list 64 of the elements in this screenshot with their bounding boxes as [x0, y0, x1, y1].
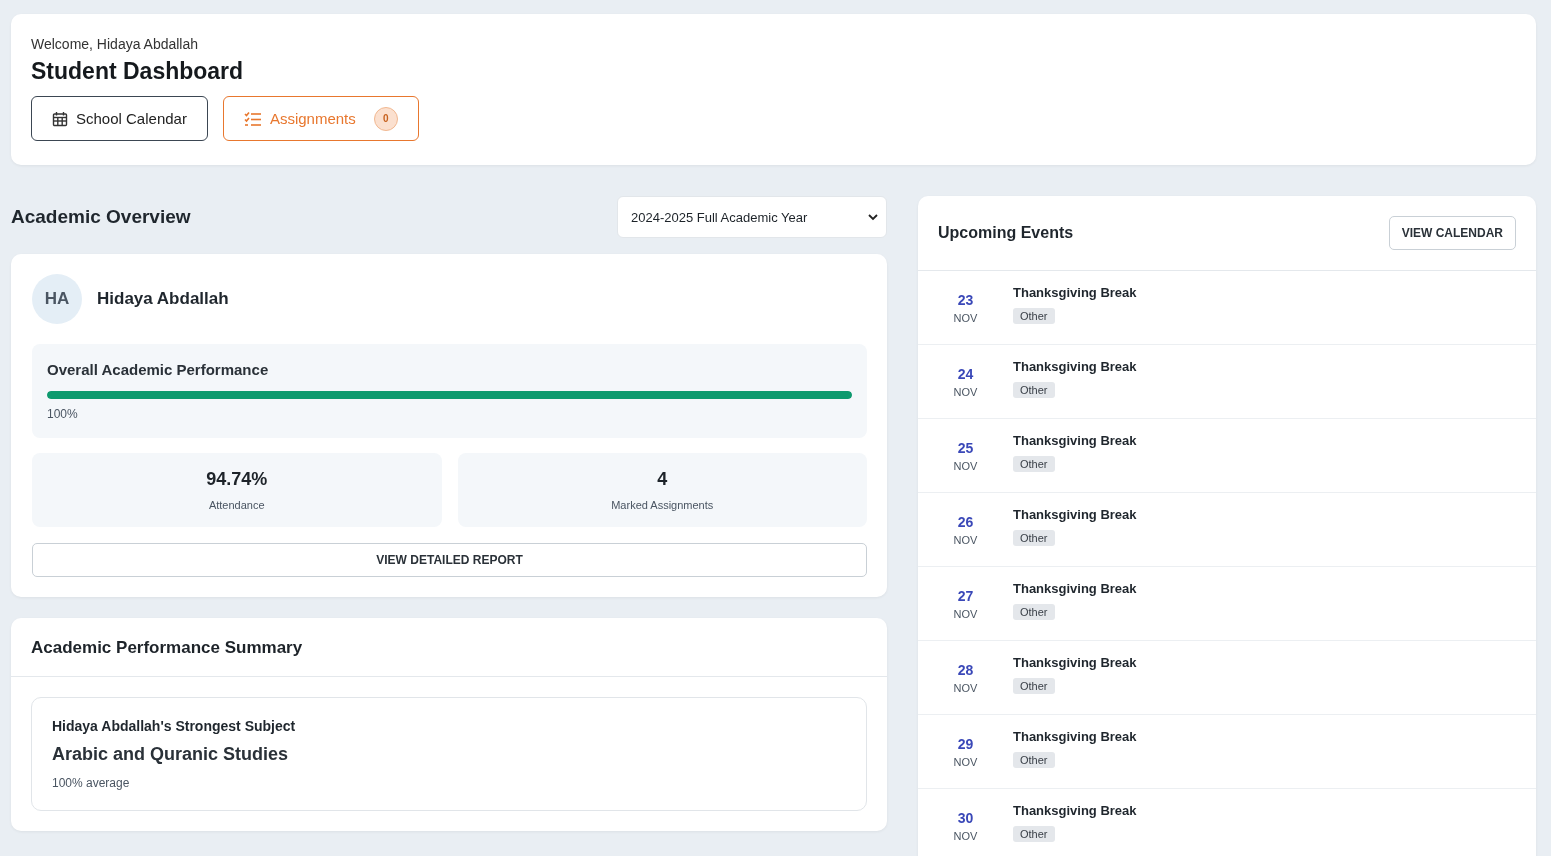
event-name: Thanksgiving Break	[1013, 655, 1137, 670]
event-row[interactable]: 26 NOV Thanksgiving Break Other	[918, 493, 1536, 567]
event-name: Thanksgiving Break	[1013, 433, 1137, 448]
chevron-down-icon	[868, 213, 878, 221]
event-tag: Other	[1013, 456, 1055, 472]
calendar-icon	[52, 110, 68, 127]
event-tag: Other	[1013, 678, 1055, 694]
event-tag: Other	[1013, 530, 1055, 546]
event-day: 28	[957, 662, 974, 678]
event-tag: Other	[1013, 382, 1055, 398]
event-month: NOV	[953, 608, 978, 620]
view-report-button[interactable]: VIEW DETAILED REPORT	[32, 543, 867, 577]
event-name: Thanksgiving Break	[1013, 285, 1137, 300]
event-month: NOV	[953, 830, 978, 842]
event-month: NOV	[953, 460, 978, 472]
event-month: NOV	[953, 682, 978, 694]
event-day: 27	[957, 588, 974, 604]
event-name: Thanksgiving Break	[1013, 729, 1137, 744]
student-name: Hidaya Abdallah	[97, 289, 229, 309]
event-row[interactable]: 27 NOV Thanksgiving Break Other	[918, 567, 1536, 641]
section-title: Academic Overview	[11, 206, 191, 228]
event-row[interactable]: 24 NOV Thanksgiving Break Other	[918, 345, 1536, 419]
event-row[interactable]: 25 NOV Thanksgiving Break Other	[918, 419, 1536, 493]
event-day: 29	[957, 736, 974, 752]
event-day: 25	[957, 440, 974, 456]
event-row[interactable]: 29 NOV Thanksgiving Break Other	[918, 715, 1536, 789]
event-day: 30	[957, 810, 974, 826]
event-month: NOV	[953, 534, 978, 546]
event-name: Thanksgiving Break	[1013, 581, 1137, 596]
card-title: Academic Performance Summary	[11, 618, 887, 677]
event-month: NOV	[953, 756, 978, 768]
event-tag: Other	[1013, 308, 1055, 324]
event-day: 23	[957, 292, 974, 308]
checklist-icon	[243, 110, 262, 127]
event-row[interactable]: 28 NOV Thanksgiving Break Other	[918, 641, 1536, 715]
stat-value: 94.74%	[206, 469, 268, 490]
subject-name: Arabic and Quranic Studies	[52, 744, 290, 765]
welcome-text: Welcome, Hidaya Abdallah	[31, 36, 200, 52]
event-tag: Other	[1013, 604, 1055, 620]
event-month: NOV	[953, 312, 978, 324]
school-calendar-button[interactable]: School Calendar	[31, 96, 208, 141]
performance-reading: 100%	[47, 407, 79, 421]
card-title: Upcoming Events	[938, 224, 1074, 242]
stat-label: Attendance	[208, 499, 265, 511]
event-row[interactable]: 23 NOV Thanksgiving Break Other	[918, 271, 1536, 345]
event-name: Thanksgiving Break	[1013, 507, 1137, 522]
period-select[interactable]: 2024-2025 Full Academic Year	[617, 196, 887, 238]
event-tag: Other	[1013, 826, 1055, 842]
event-day: 24	[957, 366, 974, 382]
page-title: Student Dashboard	[31, 58, 245, 85]
event-tag: Other	[1013, 752, 1055, 768]
avatar: HA	[32, 274, 82, 324]
view-calendar-button[interactable]: VIEW CALENDAR	[1388, 216, 1516, 250]
stat-value: 4	[657, 469, 668, 490]
event-name: Thanksgiving Break	[1013, 359, 1137, 374]
stat-label: Marked Assignments	[611, 499, 714, 511]
event-name: Thanksgiving Break	[1013, 803, 1137, 818]
performance-label: Overall Academic Performance	[47, 361, 270, 378]
event-day: 26	[957, 514, 974, 530]
subject-heading: Hidaya Abdallah's Strongest Subject	[52, 718, 297, 734]
event-row[interactable]: 30 NOV Thanksgiving Break Other	[918, 789, 1536, 856]
count-badge: 0	[373, 106, 398, 131]
event-month: NOV	[953, 386, 978, 398]
subject-average: 100% average	[52, 776, 131, 790]
